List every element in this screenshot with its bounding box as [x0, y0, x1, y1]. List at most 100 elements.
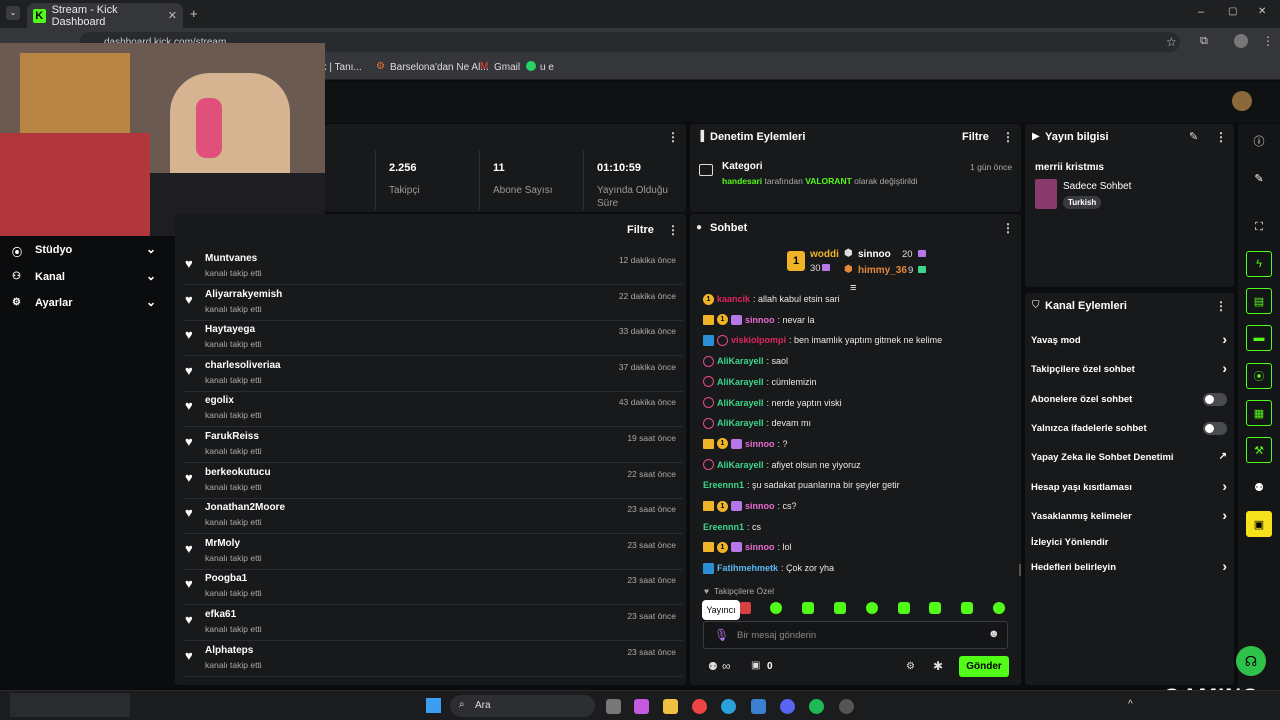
follower-name[interactable]: efka61 [205, 609, 236, 620]
follower-name[interactable]: Alphateps [205, 645, 253, 656]
chevron-up-icon[interactable]: ^ [1128, 699, 1133, 710]
discord-icon[interactable] [780, 699, 795, 714]
minimize-icon[interactable]: – [1198, 6, 1204, 18]
emote-icon[interactable] [802, 602, 814, 614]
flash-icon[interactable]: ϟ [1246, 251, 1272, 277]
follower-name[interactable]: MrMoly [205, 538, 240, 549]
channel-action-item[interactable]: Takipçilere özel sohbet › [1031, 360, 1227, 378]
bookmark-item[interactable]: u e [540, 62, 554, 73]
task-view-icon[interactable] [606, 699, 621, 714]
leader-first-name[interactable]: woddi [810, 249, 839, 260]
spotify-icon[interactable] [809, 699, 824, 714]
chat-scrollbar[interactable] [1019, 564, 1021, 576]
file-explorer-icon[interactable] [663, 699, 678, 714]
emote-icon[interactable]: ✱ [933, 659, 943, 673]
obs-icon[interactable] [839, 699, 854, 714]
chat-username[interactable]: AliKarayell [717, 460, 764, 470]
taskbar-search[interactable]: ⌕ Ara [450, 695, 595, 717]
chat-username[interactable]: sinnoo [745, 501, 775, 511]
category-thumbnail[interactable] [1035, 179, 1057, 209]
follower-name[interactable]: egolix [205, 395, 234, 406]
emote-icon[interactable] [866, 602, 878, 614]
bookmark-star-icon[interactable]: ☆ [1166, 35, 1177, 49]
chat-username[interactable]: viskiolpompi [731, 335, 786, 345]
emote-icon[interactable] [929, 602, 941, 614]
follower-name[interactable]: berkeokutucu [205, 467, 271, 478]
follower-name[interactable]: Muntvanes [205, 253, 257, 264]
edge-icon[interactable] [721, 699, 736, 714]
users-icon[interactable]: ⚉ [708, 660, 718, 673]
filter-button[interactable]: Filtre [962, 131, 989, 143]
channel-action-item[interactable]: Hesap yaşı kısıtlaması › [1031, 478, 1227, 496]
pencil-icon[interactable]: ✎ [1246, 165, 1272, 191]
close-tab-icon[interactable]: ✕ [168, 9, 177, 22]
clapper-icon[interactable]: ▣ [1246, 511, 1272, 537]
chat-username[interactable]: Fatihmehmetk [717, 563, 778, 573]
close-window-icon[interactable]: ✕ [1258, 6, 1266, 17]
new-tab-icon[interactable]: + [190, 6, 198, 21]
broadcast-icon[interactable]: ⦿ [1246, 363, 1272, 389]
emote-icon[interactable] [961, 602, 973, 614]
bookmark-item[interactable]: Gmail [494, 62, 520, 73]
users-icon[interactable]: ⚉ [1246, 474, 1272, 500]
user-avatar[interactable] [1232, 91, 1252, 111]
browser-menu-icon[interactable]: ⋮ [1262, 34, 1274, 48]
profile-avatar[interactable] [1234, 34, 1248, 48]
follower-name[interactable]: Aliyarrakyemish [205, 289, 282, 300]
fullscreen-icon[interactable]: ⛶ [1246, 214, 1272, 240]
entry-game[interactable]: VALORANT [805, 176, 852, 186]
channel-action-item[interactable]: Yasaklanmış kelimeler › [1031, 507, 1227, 525]
edit-icon[interactable]: ✎ [1189, 130, 1198, 143]
more-options-icon[interactable]: ⋮ [667, 223, 679, 237]
more-options-icon[interactable]: ⋮ [1002, 130, 1014, 144]
maximize-icon[interactable]: ▢ [1228, 6, 1237, 17]
chat-username[interactable]: AliKarayell [717, 418, 764, 428]
windows-start-icon[interactable] [426, 698, 441, 713]
leader-second-name[interactable]: sinnoo [858, 249, 891, 260]
chat-username[interactable]: AliKarayell [717, 398, 764, 408]
follower-name[interactable]: Poogba1 [205, 573, 247, 584]
more-options-icon[interactable]: ⋮ [1215, 299, 1227, 313]
emote-icon[interactable] [834, 602, 846, 614]
chat-username[interactable]: sinnoo [745, 439, 775, 449]
follower-name[interactable]: FarukReiss [205, 431, 259, 442]
tab-search-button[interactable]: ⌄ [6, 6, 20, 20]
category-name[interactable]: Sadece Sohbet [1063, 181, 1131, 192]
entry-user[interactable]: handesari [722, 176, 762, 186]
extensions-icon[interactable]: ⧉ [1200, 35, 1208, 48]
sidebar-item-channel[interactable]: ⚇ Kanal ⌄ [0, 268, 170, 290]
sidebar-item-studio[interactable]: ⦿ Stüdyo ⌄ [0, 241, 170, 263]
browser-tab[interactable]: K Stream - Kick Dashboard ✕ [27, 3, 183, 28]
channel-action-item[interactable]: Yalnızca ifadelerle sohbet [1031, 419, 1227, 437]
channel-action-item[interactable]: Yapay Zeka ile Sohbet Denetimi ↗ [1031, 448, 1227, 466]
channel-action-item[interactable]: Abonelere özel sohbet [1031, 390, 1227, 408]
copilot-icon[interactable] [634, 699, 649, 714]
emote-icon[interactable] [898, 602, 910, 614]
gear-icon[interactable]: ⚙ [906, 661, 915, 672]
chat-username[interactable]: Ereennn1 [703, 480, 744, 490]
send-button[interactable]: Gönder [959, 656, 1009, 677]
store-icon[interactable] [751, 699, 766, 714]
filter-button[interactable]: Filtre [627, 224, 654, 236]
toggle-switch[interactable] [1203, 422, 1227, 435]
emote-icon[interactable] [740, 602, 751, 614]
channel-action-item[interactable]: Yavaş mod › [1031, 331, 1227, 349]
channel-action-item[interactable]: İzleyici Yönlendir [1031, 533, 1227, 551]
more-options-icon[interactable]: ⋮ [1215, 130, 1227, 144]
channel-action-item[interactable]: Hedefleri belirleyin › [1031, 558, 1227, 576]
chat-username[interactable]: sinnoo [745, 542, 775, 552]
info-icon[interactable]: ⓘ [1246, 128, 1272, 154]
collapse-leaderboard-icon[interactable]: ≡ [850, 282, 856, 294]
sidebar-item-settings[interactable]: ⚙ Ayarlar ⌄ [0, 294, 170, 316]
follower-name[interactable]: Haytayega [205, 324, 255, 335]
emoji-icon[interactable]: ☻ [988, 628, 1000, 640]
chat-username[interactable]: AliKarayell [717, 377, 764, 387]
follower-name[interactable]: Jonathan2Moore [205, 502, 285, 513]
chat-input[interactable]: 🎙 Bir mesaj gönderin ☻ [703, 621, 1008, 649]
toggle-switch[interactable] [1203, 393, 1227, 406]
emote-icon[interactable] [770, 602, 782, 614]
emote-icon[interactable] [993, 602, 1005, 614]
leader-third-name[interactable]: himmy_36 [858, 265, 907, 276]
chat-username[interactable]: Ereennn1 [703, 522, 744, 532]
layout-icon[interactable]: ▦ [1246, 400, 1272, 426]
